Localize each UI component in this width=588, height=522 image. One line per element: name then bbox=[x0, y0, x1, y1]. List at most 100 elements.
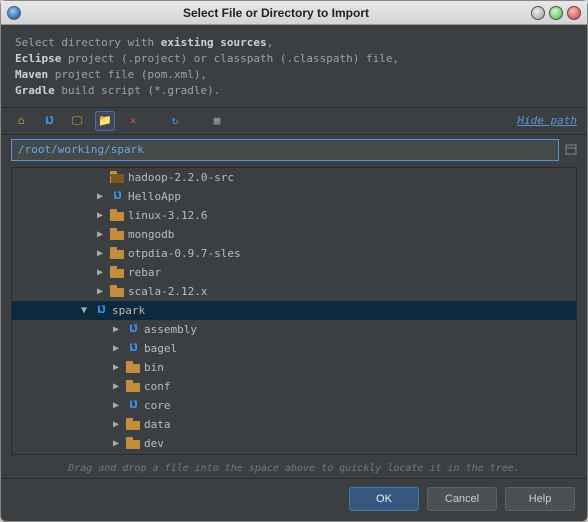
folder-icon bbox=[126, 380, 140, 392]
project-icon: IJ bbox=[45, 115, 52, 127]
tree-row[interactable]: ▶ conf bbox=[12, 377, 576, 396]
instr-line3b: project file (pom.xml), bbox=[48, 68, 207, 81]
delete-icon: ✕ bbox=[130, 114, 137, 127]
tree-row[interactable]: ▶ mongodb bbox=[12, 225, 576, 244]
instr-line1c: , bbox=[267, 36, 274, 49]
tree-item-label: rebar bbox=[128, 266, 161, 279]
toolbar: ⌂ IJ 🖵 📁 ✕ ↻ ▦ Hide path bbox=[1, 107, 587, 135]
expand-arrow[interactable]: ▶ bbox=[94, 266, 106, 278]
folder-icon bbox=[126, 418, 140, 430]
instr-line4b: build script (*.gradle). bbox=[55, 84, 221, 97]
instr-line1a: Select directory with bbox=[15, 36, 161, 49]
folder-open-icon bbox=[110, 171, 124, 183]
minimize-button[interactable] bbox=[531, 6, 545, 20]
tree-row[interactable]: ▶ data bbox=[12, 415, 576, 434]
instruction-text: Select directory with existing sources, … bbox=[1, 25, 587, 107]
tree-item-label: mongodb bbox=[128, 228, 174, 241]
folder-icon bbox=[126, 361, 140, 373]
intellij-project-icon bbox=[126, 322, 140, 336]
tree-row[interactable]: ▶ HelloApp bbox=[12, 187, 576, 206]
tree-row[interactable]: ▶ bagel bbox=[12, 339, 576, 358]
instr-line3a: Maven bbox=[15, 68, 48, 81]
project-button[interactable]: IJ bbox=[39, 111, 59, 131]
expand-arrow bbox=[94, 171, 106, 183]
hide-path-link[interactable]: Hide path bbox=[517, 114, 577, 127]
folder-icon bbox=[110, 266, 124, 278]
expand-arrow[interactable]: ▶ bbox=[110, 342, 122, 354]
cancel-button[interactable]: Cancel bbox=[427, 487, 497, 511]
new-folder-icon: 📁 bbox=[98, 114, 112, 127]
tree-row[interactable]: ▶ linux-3.12.6 bbox=[12, 206, 576, 225]
expand-arrow[interactable]: ▶ bbox=[94, 228, 106, 240]
expand-arrow[interactable]: ▶ bbox=[110, 418, 122, 430]
desktop-button[interactable]: 🖵 bbox=[67, 111, 87, 131]
expand-arrow[interactable]: ▼ bbox=[78, 304, 90, 316]
expand-arrow[interactable]: ▶ bbox=[94, 190, 106, 202]
tree-row[interactable]: ▶dev bbox=[12, 434, 576, 453]
expand-arrow[interactable]: ▶ bbox=[110, 399, 122, 411]
tree-row[interactable]: ▶ bin bbox=[12, 358, 576, 377]
expand-arrow[interactable]: ▶ bbox=[110, 437, 122, 449]
new-folder-button[interactable]: 📁 bbox=[95, 111, 115, 131]
drop-hint: Drag and drop a file into the space abov… bbox=[1, 457, 587, 478]
tree-item-label: core bbox=[144, 399, 171, 412]
maximize-button[interactable] bbox=[549, 6, 563, 20]
folder-icon bbox=[110, 285, 124, 297]
delete-button[interactable]: ✕ bbox=[123, 111, 143, 131]
tree-row[interactable]: ▶ scala-2.12.x bbox=[12, 282, 576, 301]
tree-item-label: scala-2.12.x bbox=[128, 285, 207, 298]
instr-line2b: project (.project) or classpath (.classp… bbox=[61, 52, 399, 65]
window-title: Select File or Directory to Import bbox=[25, 6, 527, 20]
refresh-button[interactable]: ↻ bbox=[165, 111, 185, 131]
instr-line2a: Eclipse bbox=[15, 52, 61, 65]
desktop-icon: 🖵 bbox=[72, 114, 83, 128]
show-hidden-icon: ▦ bbox=[214, 114, 221, 127]
ok-button[interactable]: OK bbox=[349, 487, 419, 511]
show-hidden-button[interactable]: ▦ bbox=[207, 111, 227, 131]
instr-line1b: existing sources bbox=[161, 36, 267, 49]
help-button[interactable]: Help bbox=[505, 487, 575, 511]
refresh-icon: ↻ bbox=[172, 114, 179, 127]
window-app-icon bbox=[7, 6, 21, 20]
home-button[interactable]: ⌂ bbox=[11, 111, 31, 131]
folder-icon bbox=[126, 437, 140, 449]
expand-arrow[interactable]: ▶ bbox=[94, 285, 106, 297]
path-input[interactable] bbox=[18, 143, 552, 156]
expand-arrow[interactable]: ▶ bbox=[110, 380, 122, 392]
close-button[interactable] bbox=[567, 6, 581, 20]
tree-row[interactable]: ▶ core bbox=[12, 396, 576, 415]
tree-item-label: assembly bbox=[144, 323, 197, 336]
intellij-project-icon bbox=[126, 341, 140, 355]
tree-row[interactable]: hadoop-2.2.0-src bbox=[12, 168, 576, 187]
tree-item-label: bin bbox=[144, 361, 164, 374]
tree-item-label: bagel bbox=[144, 342, 177, 355]
tree-row[interactable]: ▶ rebar bbox=[12, 263, 576, 282]
tree-row[interactable]: ▶ otpdia-0.9.7-sles bbox=[12, 244, 576, 263]
instr-line4a: Gradle bbox=[15, 84, 55, 97]
tree-row[interactable]: ▶ assembly bbox=[12, 320, 576, 339]
dialog-footer: OK Cancel Help bbox=[1, 478, 587, 521]
expand-arrow[interactable]: ▶ bbox=[110, 323, 122, 335]
tree-item-label: spark bbox=[112, 304, 145, 317]
tree-item-label: hadoop-2.2.0-src bbox=[128, 171, 234, 184]
tree-item-label: otpdia-0.9.7-sles bbox=[128, 247, 241, 260]
window-controls bbox=[531, 6, 581, 20]
tree-item-label: conf bbox=[144, 380, 171, 393]
tree-item-label: HelloApp bbox=[128, 190, 181, 203]
home-icon: ⌂ bbox=[18, 114, 25, 127]
history-icon[interactable] bbox=[564, 143, 578, 157]
expand-arrow[interactable]: ▶ bbox=[94, 247, 106, 259]
folder-icon bbox=[110, 247, 124, 259]
path-field-container bbox=[11, 139, 559, 161]
intellij-project-icon bbox=[110, 189, 124, 203]
folder-icon bbox=[110, 228, 124, 240]
expand-arrow[interactable]: ▶ bbox=[110, 361, 122, 373]
expand-arrow[interactable]: ▶ bbox=[94, 209, 106, 221]
tree-row[interactable]: ▼ spark bbox=[12, 301, 576, 320]
file-tree[interactable]: hadoop-2.2.0-src ▶ HelloApp ▶ linux-3.12.6 ▶ m… bbox=[11, 167, 577, 455]
tree-item-label: data bbox=[144, 418, 171, 431]
folder-icon bbox=[110, 209, 124, 221]
tree-item-label: linux-3.12.6 bbox=[128, 209, 207, 222]
titlebar: Select File or Directory to Import bbox=[1, 1, 587, 25]
intellij-project-icon bbox=[126, 398, 140, 412]
